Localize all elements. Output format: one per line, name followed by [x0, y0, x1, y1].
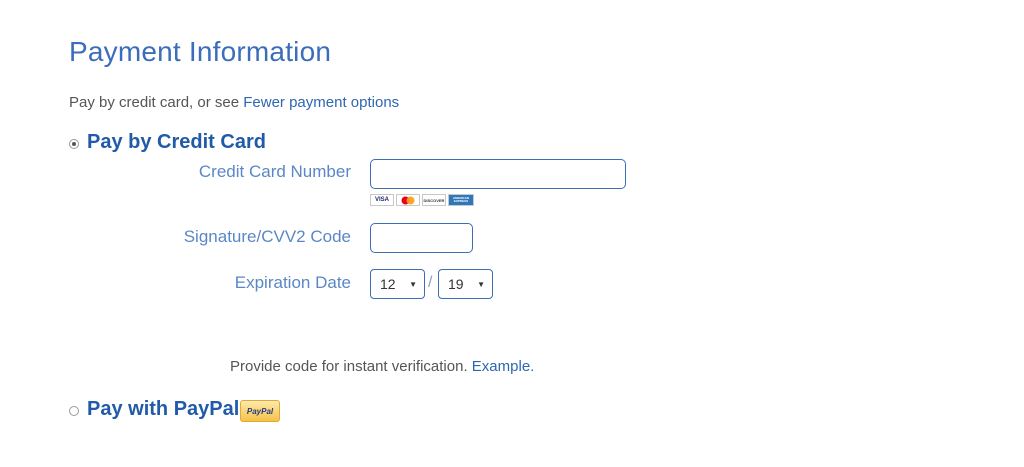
chevron-down-icon: ▼	[477, 279, 485, 289]
verification-text: Provide code for instant verification.	[230, 358, 472, 375]
card-number-label: Credit Card Number	[198, 162, 351, 181]
fewer-payment-options-link[interactable]: Fewer payment options	[243, 94, 399, 111]
paypal-logo: PayPal	[240, 400, 280, 422]
subtitle-text: Pay by credit card, or see	[69, 94, 244, 111]
card-number-input[interactable]	[370, 159, 626, 189]
cvv-input[interactable]	[370, 223, 473, 253]
expiration-month-select[interactable]: 12 ▼	[370, 269, 425, 299]
cvv-label: Signature/CVV2 Code	[183, 227, 351, 246]
payment-subtitle: Pay by credit card, or see Fewer payment…	[69, 94, 399, 111]
expiration-separator: /	[428, 274, 433, 291]
example-link[interactable]: Example.	[472, 358, 535, 375]
credit-card-option-label[interactable]: Pay by Credit Card	[87, 131, 266, 154]
expiration-year-select[interactable]: 19 ▼	[438, 269, 493, 299]
paypal-radio[interactable]	[69, 406, 79, 416]
verification-note: Provide code for instant verification. E…	[230, 358, 534, 375]
discover-icon: DISCOVER	[422, 194, 446, 206]
page-title: Payment Information	[69, 36, 332, 67]
card-logos: VISA DISCOVER AMERICAN EXPRESS	[370, 194, 474, 206]
visa-icon: VISA	[370, 194, 394, 206]
credit-card-radio[interactable]	[69, 139, 79, 149]
paypal-option-label[interactable]: Pay with PayPal	[87, 398, 239, 421]
paypal-badge-text: PayPal	[246, 406, 274, 416]
expiration-month-value: 12	[380, 276, 396, 292]
amex-icon: AMERICAN EXPRESS	[448, 194, 474, 206]
expiration-date-label: Expiration Date	[234, 273, 351, 292]
chevron-down-icon: ▼	[409, 279, 417, 289]
expiration-year-value: 19	[448, 276, 464, 292]
mastercard-icon	[396, 194, 420, 206]
